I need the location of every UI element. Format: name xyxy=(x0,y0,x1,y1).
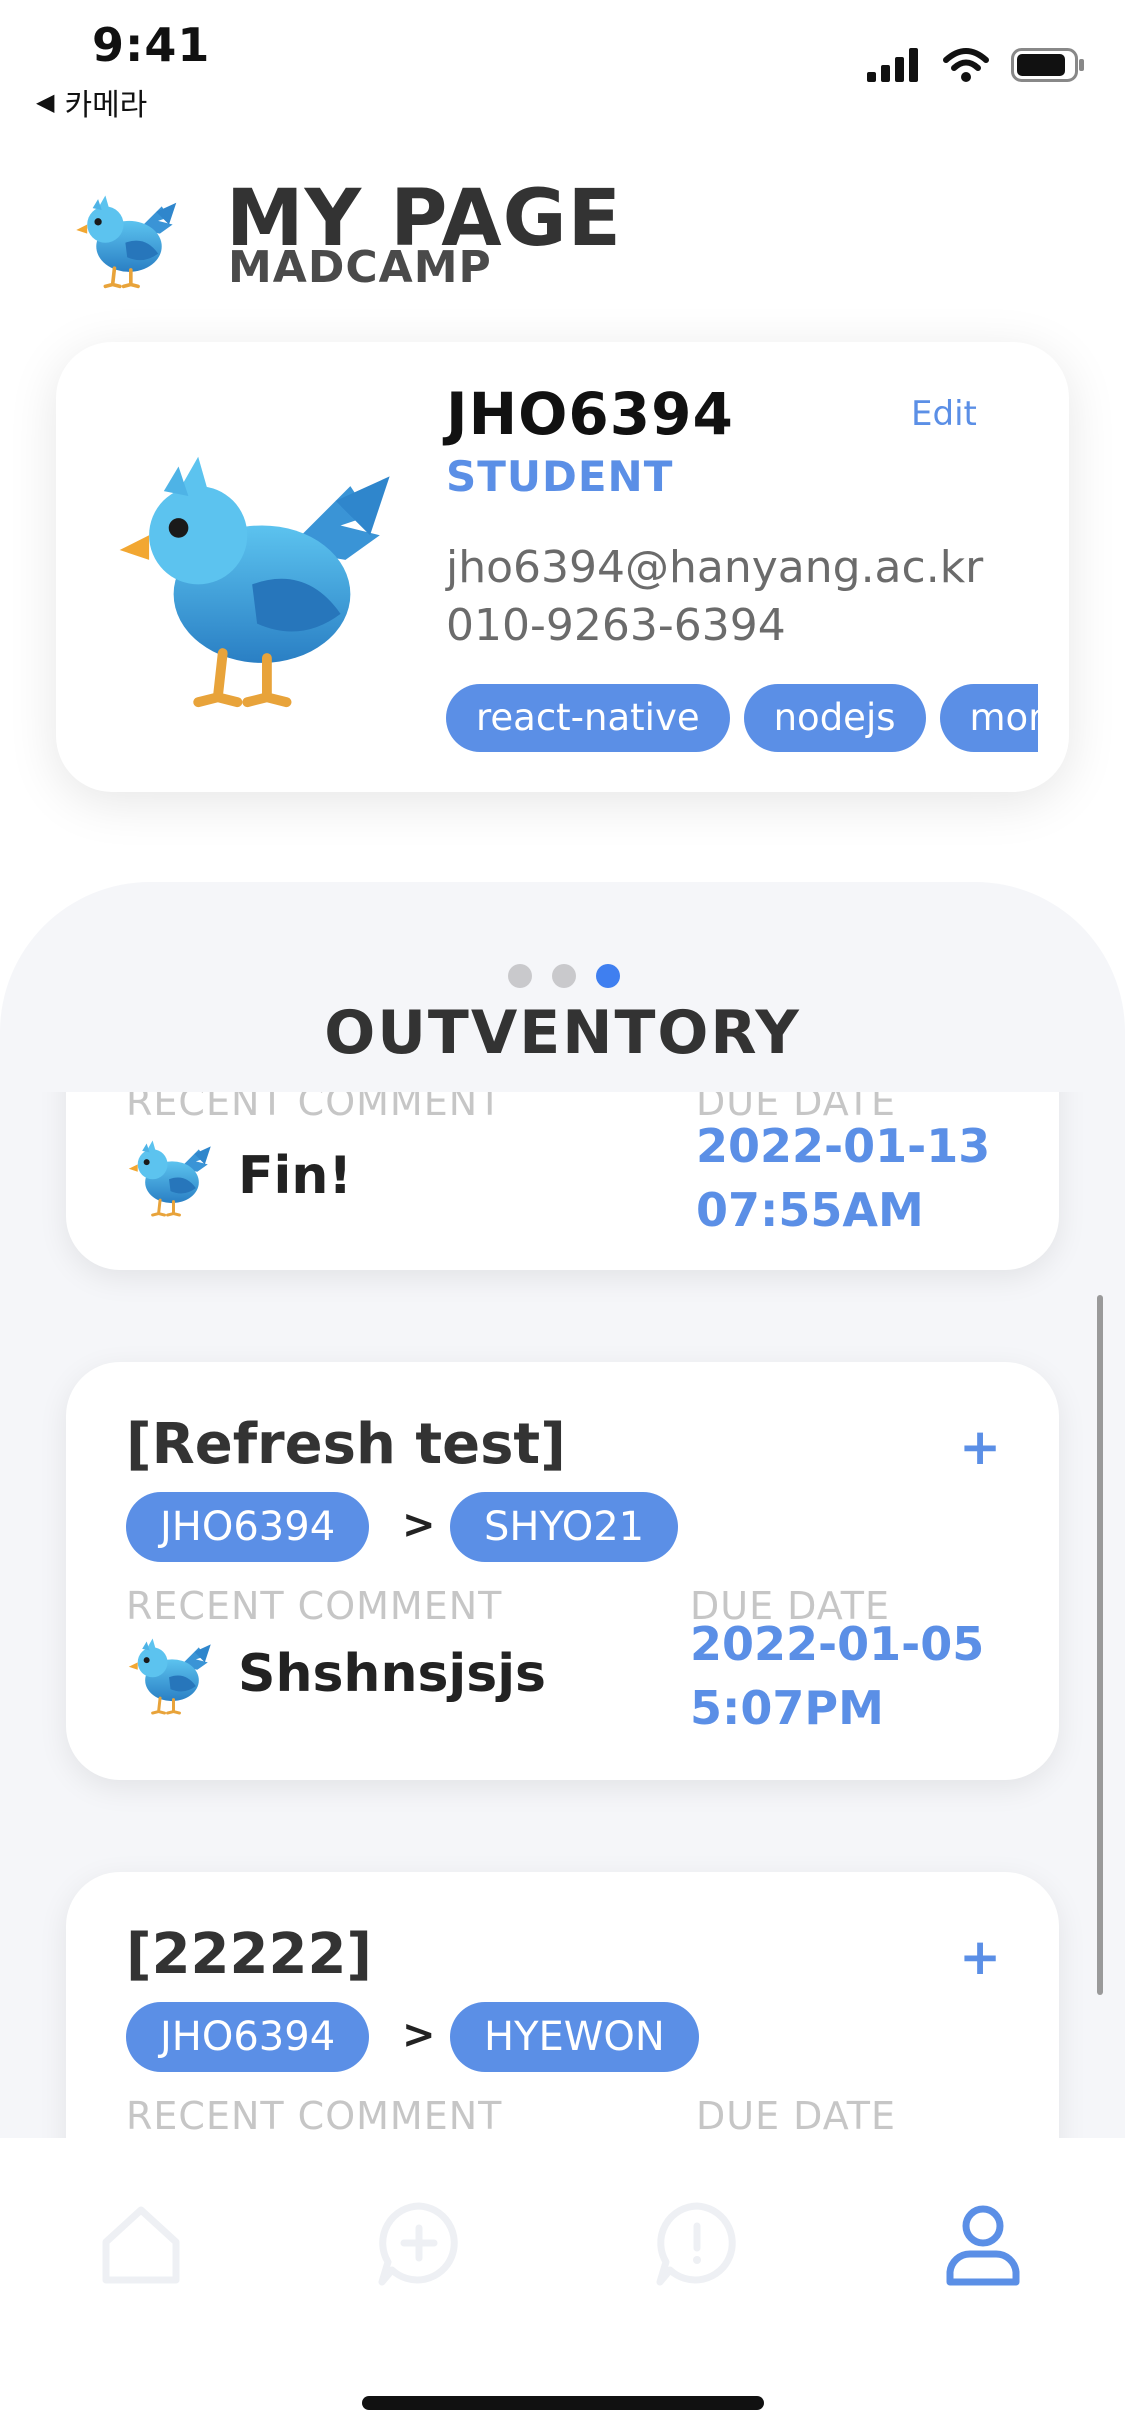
skill-tag[interactable]: react-native xyxy=(446,684,730,752)
profile-icon[interactable] xyxy=(938,2198,1028,2288)
wifi-icon xyxy=(943,48,989,82)
sender-chip[interactable]: JHO6394 xyxy=(126,2002,370,2072)
status-time: 9:41 xyxy=(92,18,211,72)
scrollbar[interactable] xyxy=(1097,1295,1103,1995)
due-time: 07:55AM xyxy=(696,1183,924,1237)
due-time: 5:07PM xyxy=(690,1681,884,1735)
profile-email: jho6394@hanyang.ac.kr xyxy=(446,542,984,593)
profile-role: STUDENT xyxy=(446,452,674,501)
task-card[interactable]: [22222] + JHO6394 > HYEWON RECENT COMMEN… xyxy=(66,1872,1059,2138)
home-icon[interactable] xyxy=(96,2198,186,2288)
commenter-avatar xyxy=(126,1136,218,1218)
task-title: [Refresh test] xyxy=(126,1412,566,1477)
skill-tags[interactable]: react-native nodejs mongodb xyxy=(446,684,1038,754)
add-chat-icon[interactable] xyxy=(374,2198,464,2288)
profile-name: JHO6394 xyxy=(446,380,734,448)
page-indicator[interactable] xyxy=(508,964,620,988)
receiver-chip[interactable]: SHYO21 xyxy=(450,1492,679,1562)
back-to-camera-link[interactable]: ◀ 카메라 xyxy=(36,80,147,124)
alert-chat-icon[interactable] xyxy=(652,2198,742,2288)
skill-tag[interactable]: mongodb xyxy=(939,684,1038,752)
recent-comment-label: RECENT COMMENT xyxy=(126,1584,503,1628)
due-date: 2022-01-05 xyxy=(690,1617,985,1671)
battery-icon xyxy=(1011,48,1084,82)
task-card[interactable]: [Refresh test] + JHO6394 > SHYO21 RECENT… xyxy=(66,1362,1059,1780)
skill-tag[interactable]: nodejs xyxy=(743,684,926,752)
due-date-value: 2022-01-05 5:07PM xyxy=(690,1612,984,1740)
profile-avatar xyxy=(112,442,412,712)
section-title: OUTVENTORY xyxy=(324,998,801,1068)
task-title: [22222] xyxy=(126,1922,373,1987)
due-date: 2022-01-13 xyxy=(696,1119,991,1173)
status-icons xyxy=(867,48,1085,82)
profile-card: JHO6394 STUDENT Edit jho6394@hanyang.ac.… xyxy=(56,342,1069,792)
back-triangle-icon: ◀ xyxy=(36,88,55,116)
arrow-icon: > xyxy=(402,1502,436,1548)
page-subtitle: MADCAMP xyxy=(228,242,492,293)
edit-profile-button[interactable]: Edit xyxy=(911,394,977,434)
task-card[interactable]: RECENT COMMENT DUE DATE Fin! 2022-01-13 … xyxy=(66,1092,1059,1270)
cellular-signal-icon xyxy=(867,48,918,82)
header-bird-icon xyxy=(74,190,184,290)
add-comment-button[interactable]: + xyxy=(959,1418,1001,1476)
recent-comment-text: Fin! xyxy=(238,1146,353,1206)
page-dot[interactable] xyxy=(552,964,576,988)
due-date-label: DUE DATE xyxy=(696,2094,897,2138)
recent-comment-text: Shshnsjsjs xyxy=(238,1644,546,1704)
recent-comment-label: RECENT COMMENT xyxy=(126,1092,503,1124)
sender-chip[interactable]: JHO6394 xyxy=(126,1492,370,1562)
outventory-list[interactable]: RECENT COMMENT DUE DATE Fin! 2022-01-13 … xyxy=(0,1092,1125,2138)
arrow-icon: > xyxy=(402,2012,436,2058)
add-comment-button[interactable]: + xyxy=(959,1928,1001,1986)
receiver-chip[interactable]: HYEWON xyxy=(450,2002,699,2072)
recent-comment-label: RECENT COMMENT xyxy=(126,2094,503,2138)
due-date-value: 2022-01-13 07:55AM xyxy=(696,1114,990,1242)
page-dot[interactable] xyxy=(508,964,532,988)
page-dot-active[interactable] xyxy=(596,964,620,988)
home-indicator[interactable] xyxy=(362,2396,764,2410)
commenter-avatar xyxy=(126,1634,218,1716)
back-label: 카메라 xyxy=(64,88,148,123)
profile-phone: 010-9263-6394 xyxy=(446,600,786,651)
tab-bar xyxy=(0,2138,1125,2436)
